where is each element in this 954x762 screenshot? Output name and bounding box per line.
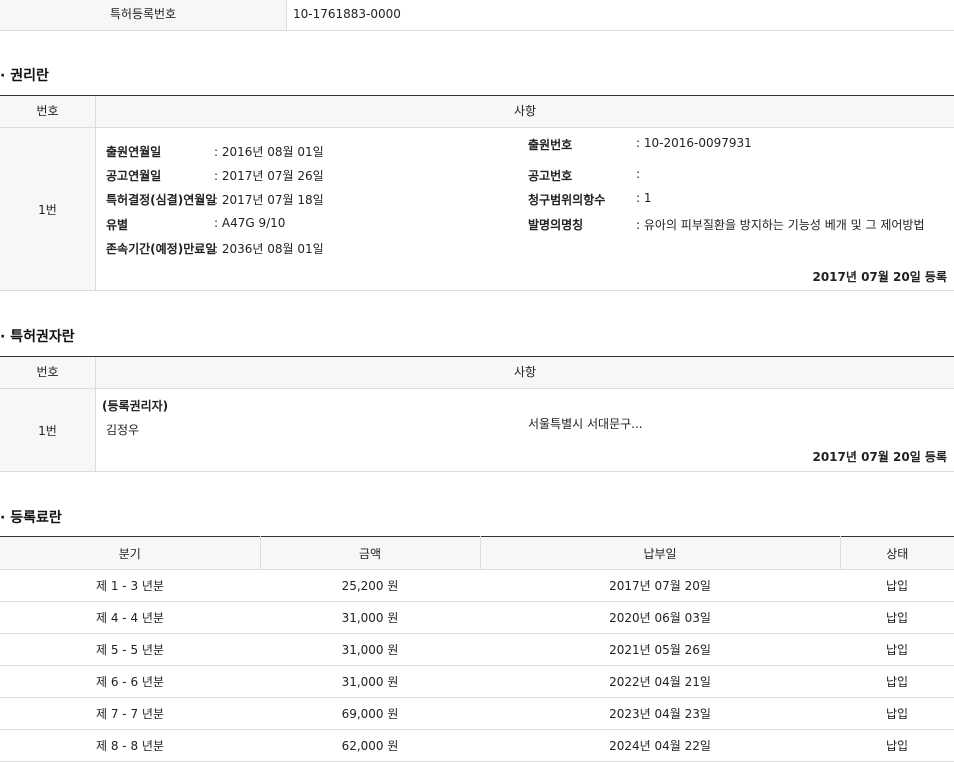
fee-period: 제 6 - 6 년분 <box>0 665 260 698</box>
owners-table-header: 번호 사항 <box>0 356 954 389</box>
rights-section-title: · 권리란 <box>0 68 49 84</box>
fee-paid-date: 2020년 06월 03일 <box>480 601 840 634</box>
field-value: : A47G 9/10 <box>214 216 286 230</box>
owners-table-row: 1번 (등록권리자) 김정우 서울특별시 서대문구... 2017년 07월 2… <box>0 389 954 472</box>
fee-status: 납입 <box>840 729 954 762</box>
owners-header-no: 번호 <box>0 357 96 388</box>
field-value: : <box>636 167 641 181</box>
table-row: 제 5 - 5 년분 31,000 원 2021년 05월 26일 납입 <box>0 633 954 666</box>
owner-role: (등록권리자) <box>102 399 169 413</box>
owners-section-title: · 특허권자란 <box>0 329 75 345</box>
field-value: : 유아의 피부질환을 방지하는 기능성 베개 및 그 제어방법 <box>636 218 925 232</box>
reg-number-row: 특허등록번호 10-1761883-0000 <box>0 0 954 31</box>
field-value: : 1 <box>636 191 652 205</box>
field-value: : 2017년 07월 18일 <box>214 193 324 207</box>
rights-header-detail: 사항 <box>513 104 537 118</box>
field-key: 공고번호 <box>528 169 573 183</box>
fee-period: 제 5 - 5 년분 <box>0 633 260 666</box>
fee-period: 제 7 - 7 년분 <box>0 697 260 730</box>
owners-header-detail: 사항 <box>513 365 537 379</box>
fee-paid-date: 2021년 05월 26일 <box>480 633 840 666</box>
fee-paid-date: 2024년 04월 22일 <box>480 729 840 762</box>
fee-paid-date: 2023년 04월 23일 <box>480 697 840 730</box>
fee-period: 제 8 - 8 년분 <box>0 729 260 762</box>
fees-section-title: · 등록료란 <box>0 510 62 526</box>
owner-name: 김정우 <box>106 423 140 437</box>
field-key: 청구범위의항수 <box>528 193 606 207</box>
reg-number-label: 특허등록번호 <box>0 0 287 30</box>
fee-status: 납입 <box>840 633 954 666</box>
field-value: : 2016년 08월 01일 <box>214 145 324 159</box>
fees-header-paid-date: 납부일 <box>480 536 841 570</box>
fee-amount: 31,000 원 <box>260 633 480 666</box>
fee-paid-date: 2017년 07월 20일 <box>480 569 840 602</box>
fee-status: 납입 <box>840 601 954 634</box>
fee-amount: 31,000 원 <box>260 601 480 634</box>
fee-paid-date: 2022년 04월 21일 <box>480 665 840 698</box>
fee-status: 납입 <box>840 697 954 730</box>
rights-table-row: 1번 출원연월일 : 2016년 08월 01일 공고연월일 : 2017년 0… <box>0 128 954 291</box>
fee-amount: 62,000 원 <box>260 729 480 762</box>
fees-table: 분기 금액 납부일 상태 제 1 - 3 년분 25,200 원 2017년 0… <box>0 536 954 762</box>
fees-header-status: 상태 <box>840 536 954 570</box>
table-row: 제 7 - 7 년분 69,000 원 2023년 04월 23일 납입 <box>0 697 954 730</box>
rights-registration-stamp: 2017년 07월 20일 등록 <box>812 270 947 284</box>
table-row: 제 6 - 6 년분 31,000 원 2022년 04월 21일 납입 <box>0 665 954 698</box>
field-key: 발명의명칭 <box>528 218 584 232</box>
field-key: 유별 <box>106 218 129 232</box>
fee-amount: 25,200 원 <box>260 569 480 602</box>
rights-table-header: 번호 사항 <box>0 95 954 128</box>
fees-header-period: 분기 <box>0 536 261 570</box>
field-value: : 2017년 07월 26일 <box>214 169 324 183</box>
field-key: 공고연월일 <box>106 169 162 183</box>
table-row: 제 4 - 4 년분 31,000 원 2020년 06월 03일 납입 <box>0 601 954 634</box>
field-value: : 10-2016-0097931 <box>636 136 752 150</box>
fee-status: 납입 <box>840 569 954 602</box>
field-key: 출원연월일 <box>106 145 162 159</box>
table-row: 제 1 - 3 년분 25,200 원 2017년 07월 20일 납입 <box>0 569 954 602</box>
rights-row-number: 1번 <box>0 128 96 290</box>
reg-number-value: 10-1761883-0000 <box>293 7 401 21</box>
owners-row-number: 1번 <box>0 389 96 471</box>
field-key: 출원번호 <box>528 138 573 152</box>
fee-amount: 31,000 원 <box>260 665 480 698</box>
fees-header-row: 분기 금액 납부일 상태 <box>0 536 954 570</box>
field-key: 특허결정(심결)연월일 <box>106 193 217 207</box>
rights-header-no: 번호 <box>0 96 96 127</box>
fee-amount: 69,000 원 <box>260 697 480 730</box>
table-row: 제 8 - 8 년분 62,000 원 2024년 04월 22일 납입 <box>0 729 954 762</box>
field-value: : 2036년 08월 01일 <box>214 242 324 256</box>
fee-status: 납입 <box>840 665 954 698</box>
owner-address: 서울특별시 서대문구... <box>528 417 643 431</box>
fee-period: 제 1 - 3 년분 <box>0 569 260 602</box>
field-key: 존속기간(예정)만료일 <box>106 242 217 256</box>
owners-registration-stamp: 2017년 07월 20일 등록 <box>812 450 947 464</box>
fee-period: 제 4 - 4 년분 <box>0 601 260 634</box>
fees-header-amount: 금액 <box>260 536 481 570</box>
